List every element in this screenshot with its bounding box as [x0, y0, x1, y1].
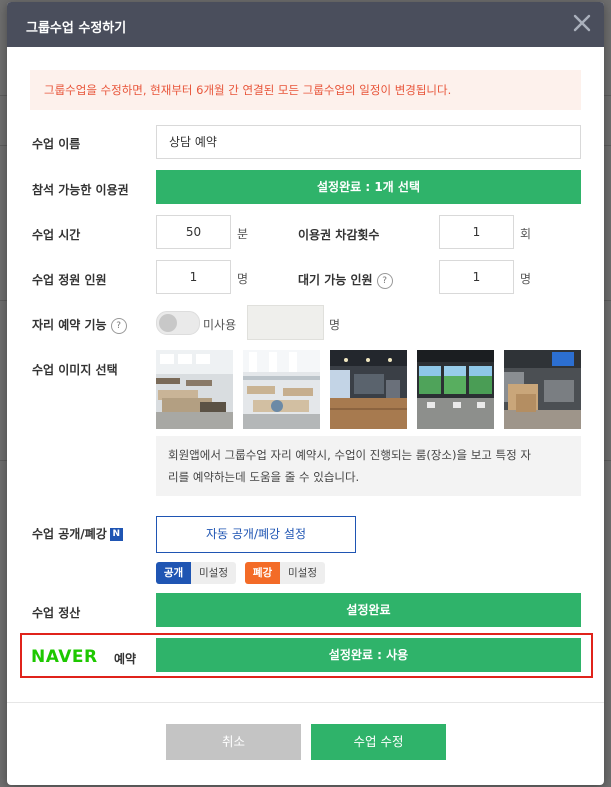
class-image-thumbnail[interactable] [330, 350, 407, 429]
pass-setting-button[interactable]: 설정완료 : 1개 선택 [156, 170, 581, 204]
seat-reservation-label: 자리 예약 기능 [32, 318, 107, 332]
close-status: 미설정 [280, 562, 325, 584]
naver-reservation-label: 예약 [114, 652, 137, 666]
naver-logo: NAVER [31, 647, 98, 667]
settlement-label: 수업 정산 [32, 606, 81, 620]
seat-reservation-toggle[interactable] [156, 311, 200, 335]
cancel-button[interactable]: 취소 [166, 724, 301, 760]
edit-class-submit-button[interactable]: 수업 수정 [311, 724, 446, 760]
close-tag: 폐강 [245, 562, 280, 584]
deduct-input[interactable]: 1 [439, 215, 514, 249]
footer-divider [7, 702, 604, 703]
seat-unit: 명 [329, 318, 341, 332]
open-status: 미설정 [191, 562, 236, 584]
edit-group-class-modal: 그룹수업 수정하기 그룹수업을 수정하면, 현재부터 6개월 간 연결된 모든 … [7, 2, 604, 785]
capacity-input[interactable]: 1 [156, 260, 231, 294]
modal-header: 그룹수업 수정하기 [7, 2, 604, 47]
image-select-label: 수업 이미지 선택 [32, 363, 118, 377]
modal-title: 그룹수업 수정하기 [26, 21, 127, 36]
capacity-unit: 명 [237, 272, 249, 286]
duration-unit: 분 [237, 227, 249, 241]
waitlist-unit: 명 [520, 272, 532, 286]
class-image-thumbnail[interactable] [243, 350, 320, 429]
deduct-label: 이용권 차감횟수 [298, 228, 380, 242]
class-image-thumbnail[interactable] [504, 350, 581, 429]
image-info-text-line1: 회원앱에서 그룹수업 자리 예약시, 수업이 진행되는 룸(장소)을 보고 특정… [168, 448, 531, 462]
open-tag: 공개 [156, 562, 191, 584]
seat-label-row: 자리 예약 기능? [32, 316, 127, 334]
auto-open-close-setting-button[interactable]: 자동 공개/폐강 설정 [156, 516, 356, 553]
help-icon[interactable]: ? [110, 317, 127, 334]
toggle-knob [159, 314, 177, 332]
image-info-box: 회원앱에서 그룹수업 자리 예약시, 수업이 진행되는 룸(장소)을 보고 특정… [156, 436, 581, 496]
open-close-label: 수업 공개/폐강 [32, 527, 107, 541]
class-image-thumbnail[interactable] [156, 350, 233, 429]
pass-label: 참석 가능한 이용권 [32, 183, 129, 197]
seat-count-input-disabled [247, 305, 324, 340]
deduct-unit: 회 [520, 227, 532, 241]
duration-label: 수업 시간 [32, 228, 81, 242]
help-icon[interactable]: ? [376, 272, 393, 289]
new-badge: N [109, 528, 123, 541]
warning-notice: 그룹수업을 수정하면, 현재부터 6개월 간 연결된 모든 그룹수업의 일정이 … [30, 70, 581, 110]
naver-reservation-setting-button[interactable]: 설정완료 : 사용 [156, 638, 581, 672]
duration-input[interactable]: 50 [156, 215, 231, 249]
capacity-label: 수업 정원 인원 [32, 273, 107, 287]
class-image-thumbnail[interactable] [417, 350, 494, 429]
open-close-label-row: 수업 공개/폐강 N [32, 525, 123, 542]
seat-toggle-state: 미사용 [203, 318, 237, 332]
image-info-text-line2: 리를 예약하는데 도움을 줄 수 있습니다. [168, 470, 360, 484]
waitlist-label-row: 대기 가능 인원? [298, 271, 393, 289]
close-icon[interactable] [571, 12, 593, 34]
settlement-setting-button[interactable]: 설정완료 [156, 593, 581, 627]
class-name-input[interactable]: 상담 예약 [156, 125, 581, 159]
waitlist-input[interactable]: 1 [439, 260, 514, 294]
class-name-label: 수업 이름 [32, 137, 81, 151]
waitlist-label: 대기 가능 인원 [298, 273, 373, 287]
